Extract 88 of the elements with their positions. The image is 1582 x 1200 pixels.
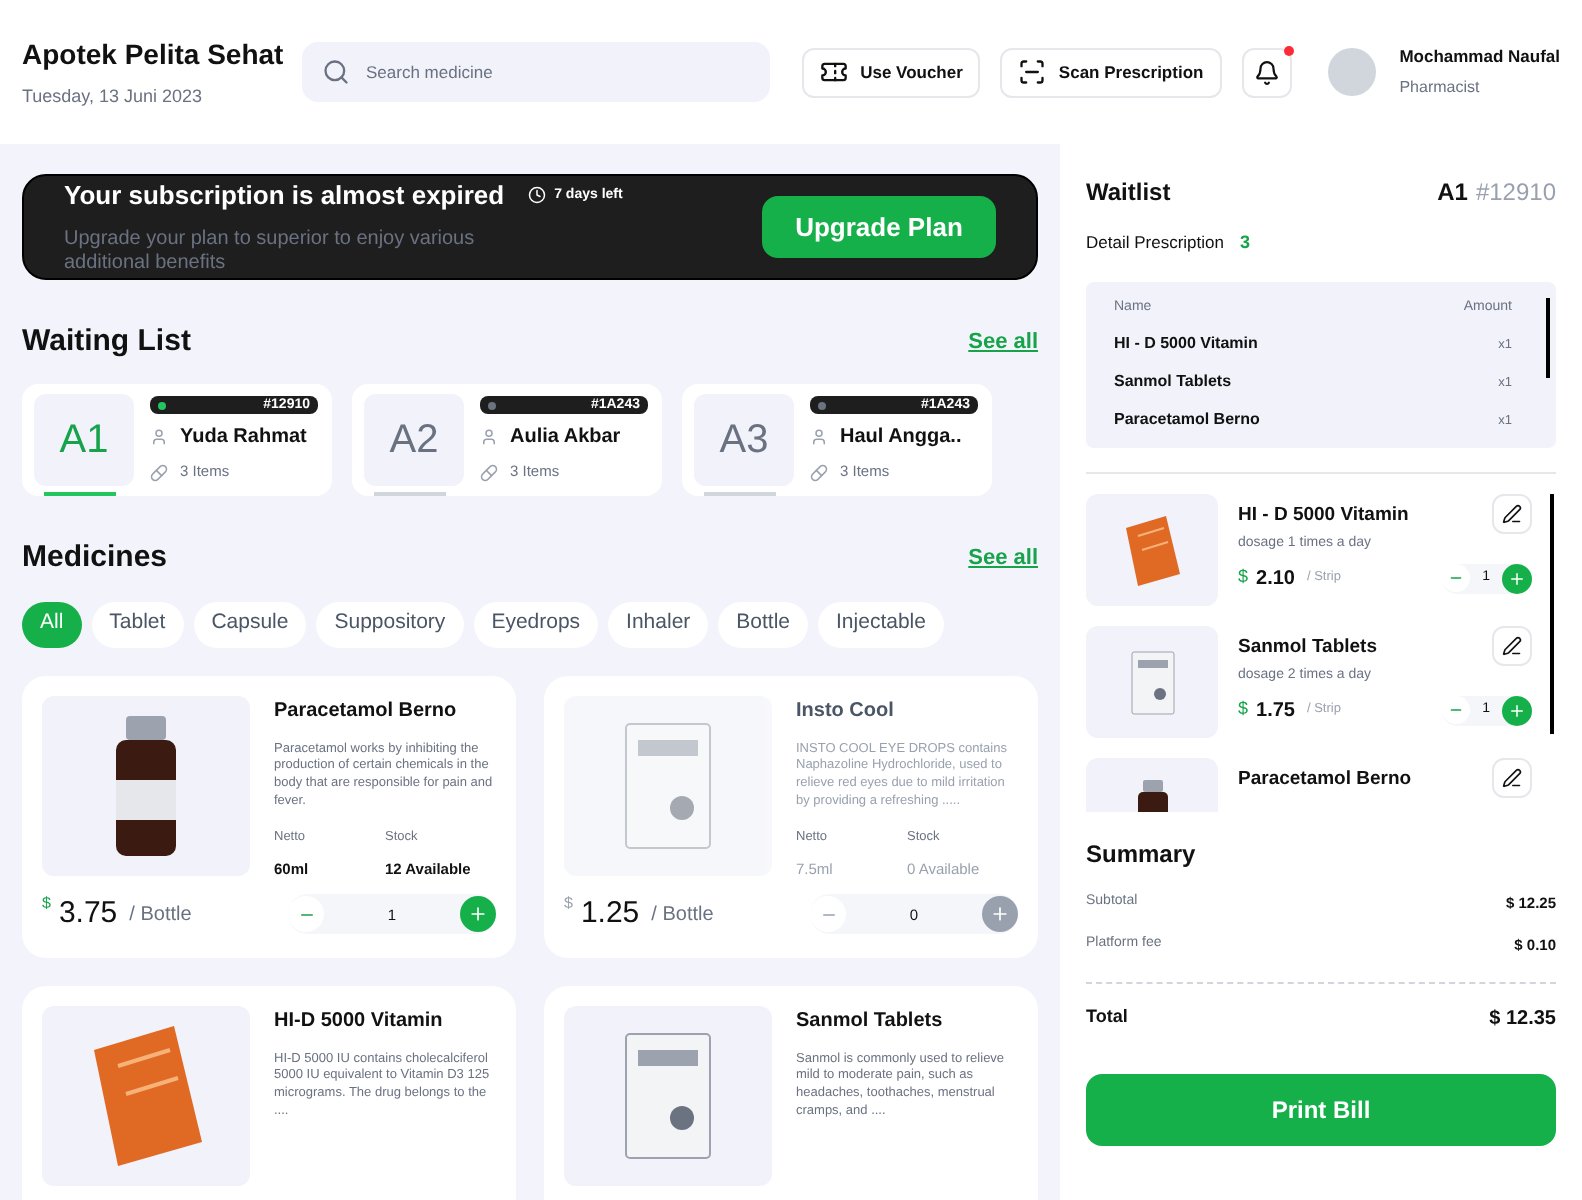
patient-name: Aulia Akbar [510, 424, 621, 453]
plus-icon [989, 904, 1010, 925]
plus-icon [1508, 701, 1526, 719]
queue-underline [704, 492, 776, 496]
panel-title: Waitlist [1086, 176, 1171, 210]
pill-icon [810, 463, 828, 481]
user-name: Mochammad Naufal [1399, 43, 1560, 69]
edit-button[interactable] [1492, 626, 1532, 666]
cart-item-name: Sanmol Tablets [1238, 634, 1378, 662]
toolbar-button[interactable]: Use Voucher [802, 47, 981, 97]
queue-number: A1 [59, 416, 109, 466]
plus-icon [467, 904, 488, 925]
detail-label: Detail Prescription [1086, 230, 1224, 257]
currency-sign: $ [42, 892, 51, 916]
queue-number: A1 [1437, 176, 1468, 210]
pill-icon [480, 463, 498, 481]
queue-underline [44, 492, 116, 496]
date-text: Tuesday, 13 Juni 2023 [22, 83, 205, 110]
increase-button[interactable] [981, 896, 1018, 933]
patient-name: Yuda Rahmat [180, 424, 307, 453]
price-unit: / Bottle [651, 901, 714, 930]
bell-icon [1253, 59, 1280, 85]
search-field[interactable]: Search medicine [302, 42, 771, 102]
edit-button[interactable] [1492, 758, 1532, 798]
notification-button[interactable] [1241, 47, 1292, 97]
section-title: Waiting List [22, 321, 191, 361]
patient-name: Haul Angga.. [840, 424, 962, 453]
toolbar-button[interactable]: Scan Prescription [1000, 47, 1222, 97]
cart-item-name: HI - D 5000 Vitamin [1238, 502, 1409, 530]
price-unit: / Bottle [129, 901, 192, 930]
category-chip[interactable]: Eyedrops [473, 601, 599, 647]
user-icon [480, 428, 498, 447]
order-code: #12910 [1475, 176, 1556, 210]
queue-number: A3 [719, 416, 769, 466]
increase-button[interactable] [459, 896, 496, 933]
banner-text: Upgrade your plan to superior to enjoy various additional benefits [64, 227, 477, 277]
section-title: Medicines [22, 538, 168, 578]
price: 3.75 [58, 894, 118, 934]
plus-icon [1508, 569, 1526, 587]
scan-icon [1018, 58, 1047, 86]
category-chip[interactable]: Tablet [91, 601, 184, 647]
category-chip[interactable]: Suppository [316, 601, 464, 647]
queue-number: A2 [389, 416, 439, 466]
category-chip[interactable]: Bottle [718, 601, 809, 647]
price: 2.10 [1256, 565, 1295, 593]
category-chip[interactable]: Injectable [818, 601, 944, 647]
medicine-box-drawing [622, 1029, 714, 1161]
edit-button[interactable] [1492, 494, 1532, 534]
pill-icon [150, 463, 168, 481]
scrollbar [1546, 297, 1550, 377]
table-cell: Paracetamol Berno [1114, 408, 1260, 432]
total-label: Total [1086, 1003, 1128, 1029]
medicine-name: Insto Cool [796, 697, 896, 725]
ticket-icon [820, 58, 849, 86]
table-cell: Sanmol Tablets [1114, 370, 1232, 394]
increase-button[interactable] [1502, 695, 1532, 725]
price: 1.75 [1256, 697, 1295, 725]
edit-icon [1502, 636, 1522, 656]
table-cell: HI - D 5000 Vitamin [1114, 332, 1258, 356]
cart-item-name: Paracetamol Berno [1238, 766, 1412, 794]
currency-sign: $ [1238, 564, 1249, 591]
medicine-name: Paracetamol Berno [274, 697, 459, 725]
category-chip[interactable]: Capsule [193, 601, 307, 647]
queue-underline [374, 492, 446, 496]
avatar [1327, 48, 1376, 96]
bottle-drawing [112, 715, 180, 855]
price: 1.25 [580, 894, 640, 934]
banner-title: Your subscription is almost expired [64, 178, 505, 214]
app-title: Apotek Pelita Sehat [22, 35, 278, 74]
currency-sign: $ [1238, 696, 1249, 723]
section-title: Summary [1086, 838, 1198, 872]
edit-icon [1502, 504, 1522, 524]
user-icon [150, 428, 168, 447]
medicine-box-drawing [1129, 649, 1175, 715]
clock-icon [528, 186, 547, 205]
total-value: $ 12.35 [1489, 1005, 1556, 1033]
currency-sign: $ [564, 892, 573, 916]
detail-count: 3 [1239, 230, 1250, 256]
medicine-name: Sanmol Tablets [796, 1007, 945, 1035]
edit-icon [1502, 768, 1522, 788]
category-chip[interactable]: Inhaler [608, 601, 709, 647]
medicine-name: HI-D 5000 Vitamin [274, 1007, 445, 1035]
sachet-drawing [1122, 515, 1182, 585]
medicine-box-drawing [622, 719, 714, 851]
user-role: Pharmacist [1399, 76, 1482, 101]
user-icon [810, 428, 828, 447]
increase-button[interactable] [1502, 563, 1532, 593]
search-icon [322, 58, 350, 86]
